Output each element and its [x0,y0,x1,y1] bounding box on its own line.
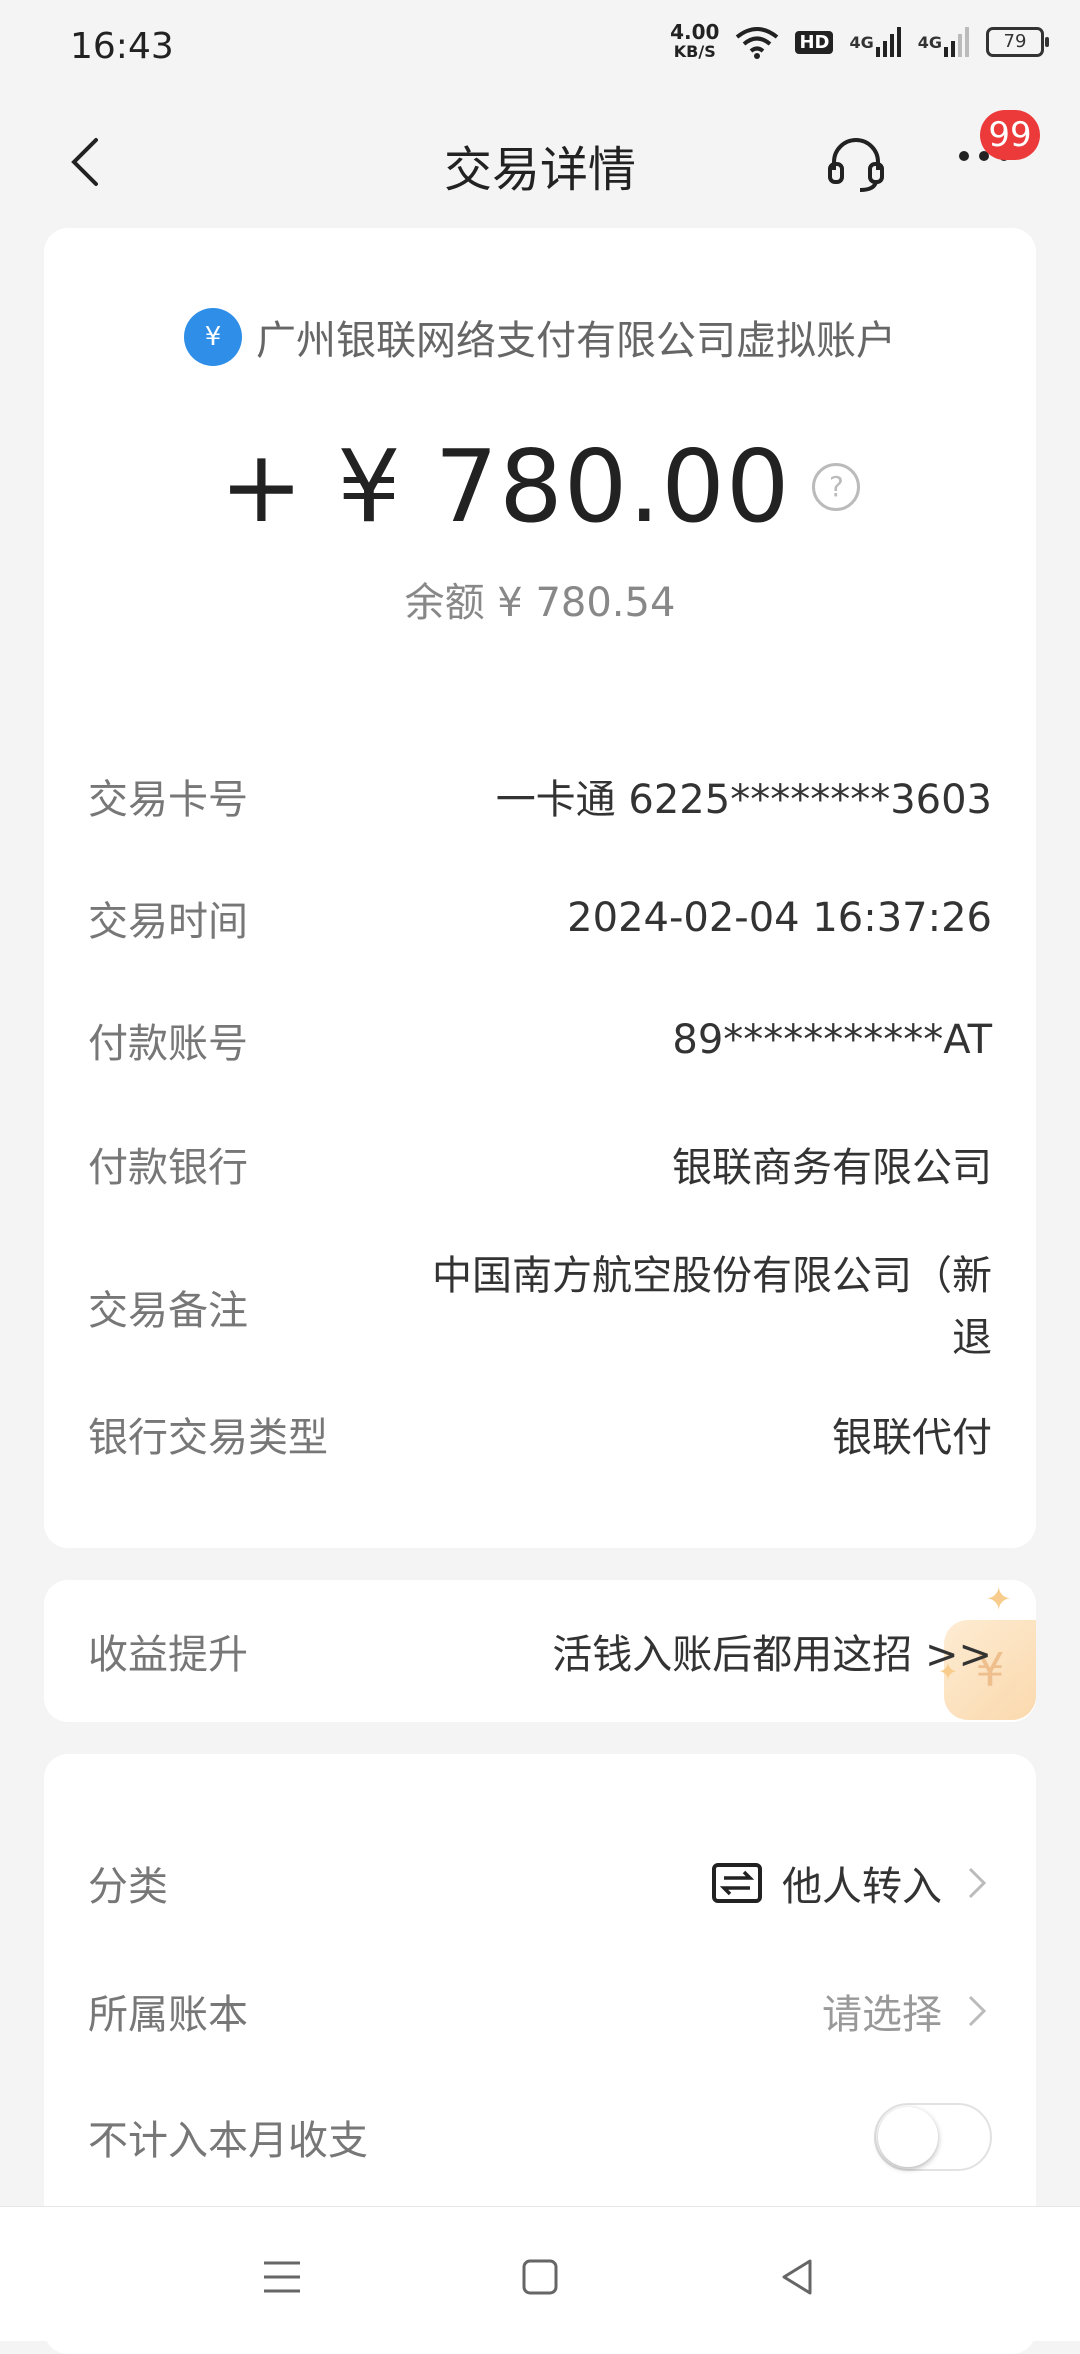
customer-service-button[interactable] [824,132,888,196]
chevron-right-icon [968,1867,987,1899]
network-type: 4G [917,32,942,52]
category-value: 他人转入 [782,1864,942,1910]
battery-icon: 79 [986,27,1049,57]
detail-value: 银联代付 [832,1415,992,1461]
detail-row-payer-bank: 付款银行 银联商务有限公司 [88,1124,992,1204]
notification-badge: 99 [980,110,1040,160]
category-value-group: 他人转入 [712,1854,992,1912]
detail-label: 交易卡号 [88,777,248,823]
headset-icon [828,138,884,192]
hd-badge: HD [795,30,834,54]
transaction-amount: + ¥ 780.00 [219,428,791,545]
detail-label: 交易时间 [88,899,248,945]
detail-value: 银联商务有限公司 [672,1145,992,1191]
exclude-row: 不计入本月收支 [88,2092,992,2182]
detail-value: 中国南方航空股份有限公司（新退 [432,1253,992,1361]
detail-row-time: 交易时间 2024-02-04 16:37:26 [88,878,992,958]
network-type: 4G [849,32,874,52]
detail-value: 2024-02-04 16:37:26 [567,895,992,941]
detail-label: 交易备注 [88,1288,248,1334]
exclude-label: 不计入本月收支 [88,2118,368,2164]
menu-button[interactable] [252,2247,312,2307]
toggle-knob [878,2107,938,2167]
network-speed-unit: KB/S [673,42,716,61]
merchant-row: ¥ 广州银联网络支付有限公司虚拟账户 [44,308,1036,366]
home-icon [522,2259,558,2295]
wifi-icon [735,25,779,59]
status-icons: 4.00 KB/S HD 4G 4G 79 [670,22,1049,62]
detail-label: 付款账号 [88,1021,248,1067]
back-nav-button[interactable] [768,2247,828,2307]
ledger-label: 所属账本 [88,1992,248,2038]
help-icon[interactable]: ? [812,462,861,511]
page-title: 交易详情 [443,142,636,198]
home-button[interactable] [510,2247,570,2307]
back-triangle-icon [782,2259,812,2295]
category-row[interactable]: 分类 他人转入 [88,1838,992,1928]
ledger-value-group: 请选择 [822,1982,992,2040]
detail-value: 一卡通 6225********3603 [495,777,992,823]
transaction-card: ¥ 广州银联网络支付有限公司虚拟账户 + ¥ 780.00 ? 余额 ¥ 780… [44,228,1036,1548]
merchant-name: 广州银联网络支付有限公司虚拟账户 [256,318,896,364]
promo-row: 收益提升 活钱入账后都用这招 >> [88,1580,992,1722]
promo-card[interactable]: ¥ ✦ ✦ 收益提升 活钱入账后都用这招 >> [44,1580,1036,1722]
promo-label: 收益提升 [88,1632,248,1678]
detail-row-transaction-type: 银行交易类型 银联代付 [88,1394,992,1474]
amount-row: + ¥ 780.00 ? [44,428,1036,545]
promo-link[interactable]: 活钱入账后都用这招 >> [552,1622,992,1680]
ledger-row[interactable]: 所属账本 请选择 [88,1966,992,2056]
detail-label: 付款银行 [88,1145,248,1191]
chevron-right-icon [968,1995,987,2027]
detail-row-payer-account: 付款账号 89***********AT [88,1000,992,1080]
top-app-bar: 交易详情 99 [0,96,1080,226]
transfer-icon [712,1863,762,1903]
network-speed-value: 4.00 [670,20,720,44]
ledger-value: 请选择 [822,1992,942,2038]
status-bar: 16:43 4.00 KB/S HD 4G 4G 79 [0,0,1080,96]
balance-text: 余额 ¥ 780.54 [404,580,676,626]
status-time: 16:43 [70,26,174,67]
network-speed: 4.00 KB/S [670,22,719,62]
detail-row-note: 交易备注 中国南方航空股份有限公司（新退 [88,1242,992,1372]
detail-row-card-number: 交易卡号 一卡通 6225********3603 [88,756,992,836]
system-nav-bar [0,2206,1080,2341]
detail-value: 89***********AT [672,1017,992,1063]
money-bag-icon: ¥ [184,308,242,366]
signal-icon: 4G [918,27,970,57]
detail-label: 银行交易类型 [88,1415,328,1461]
menu-icon [264,2261,300,2293]
category-label: 分类 [88,1864,168,1910]
exclude-toggle[interactable] [874,2103,992,2171]
signal-icon: 4G [849,27,901,57]
